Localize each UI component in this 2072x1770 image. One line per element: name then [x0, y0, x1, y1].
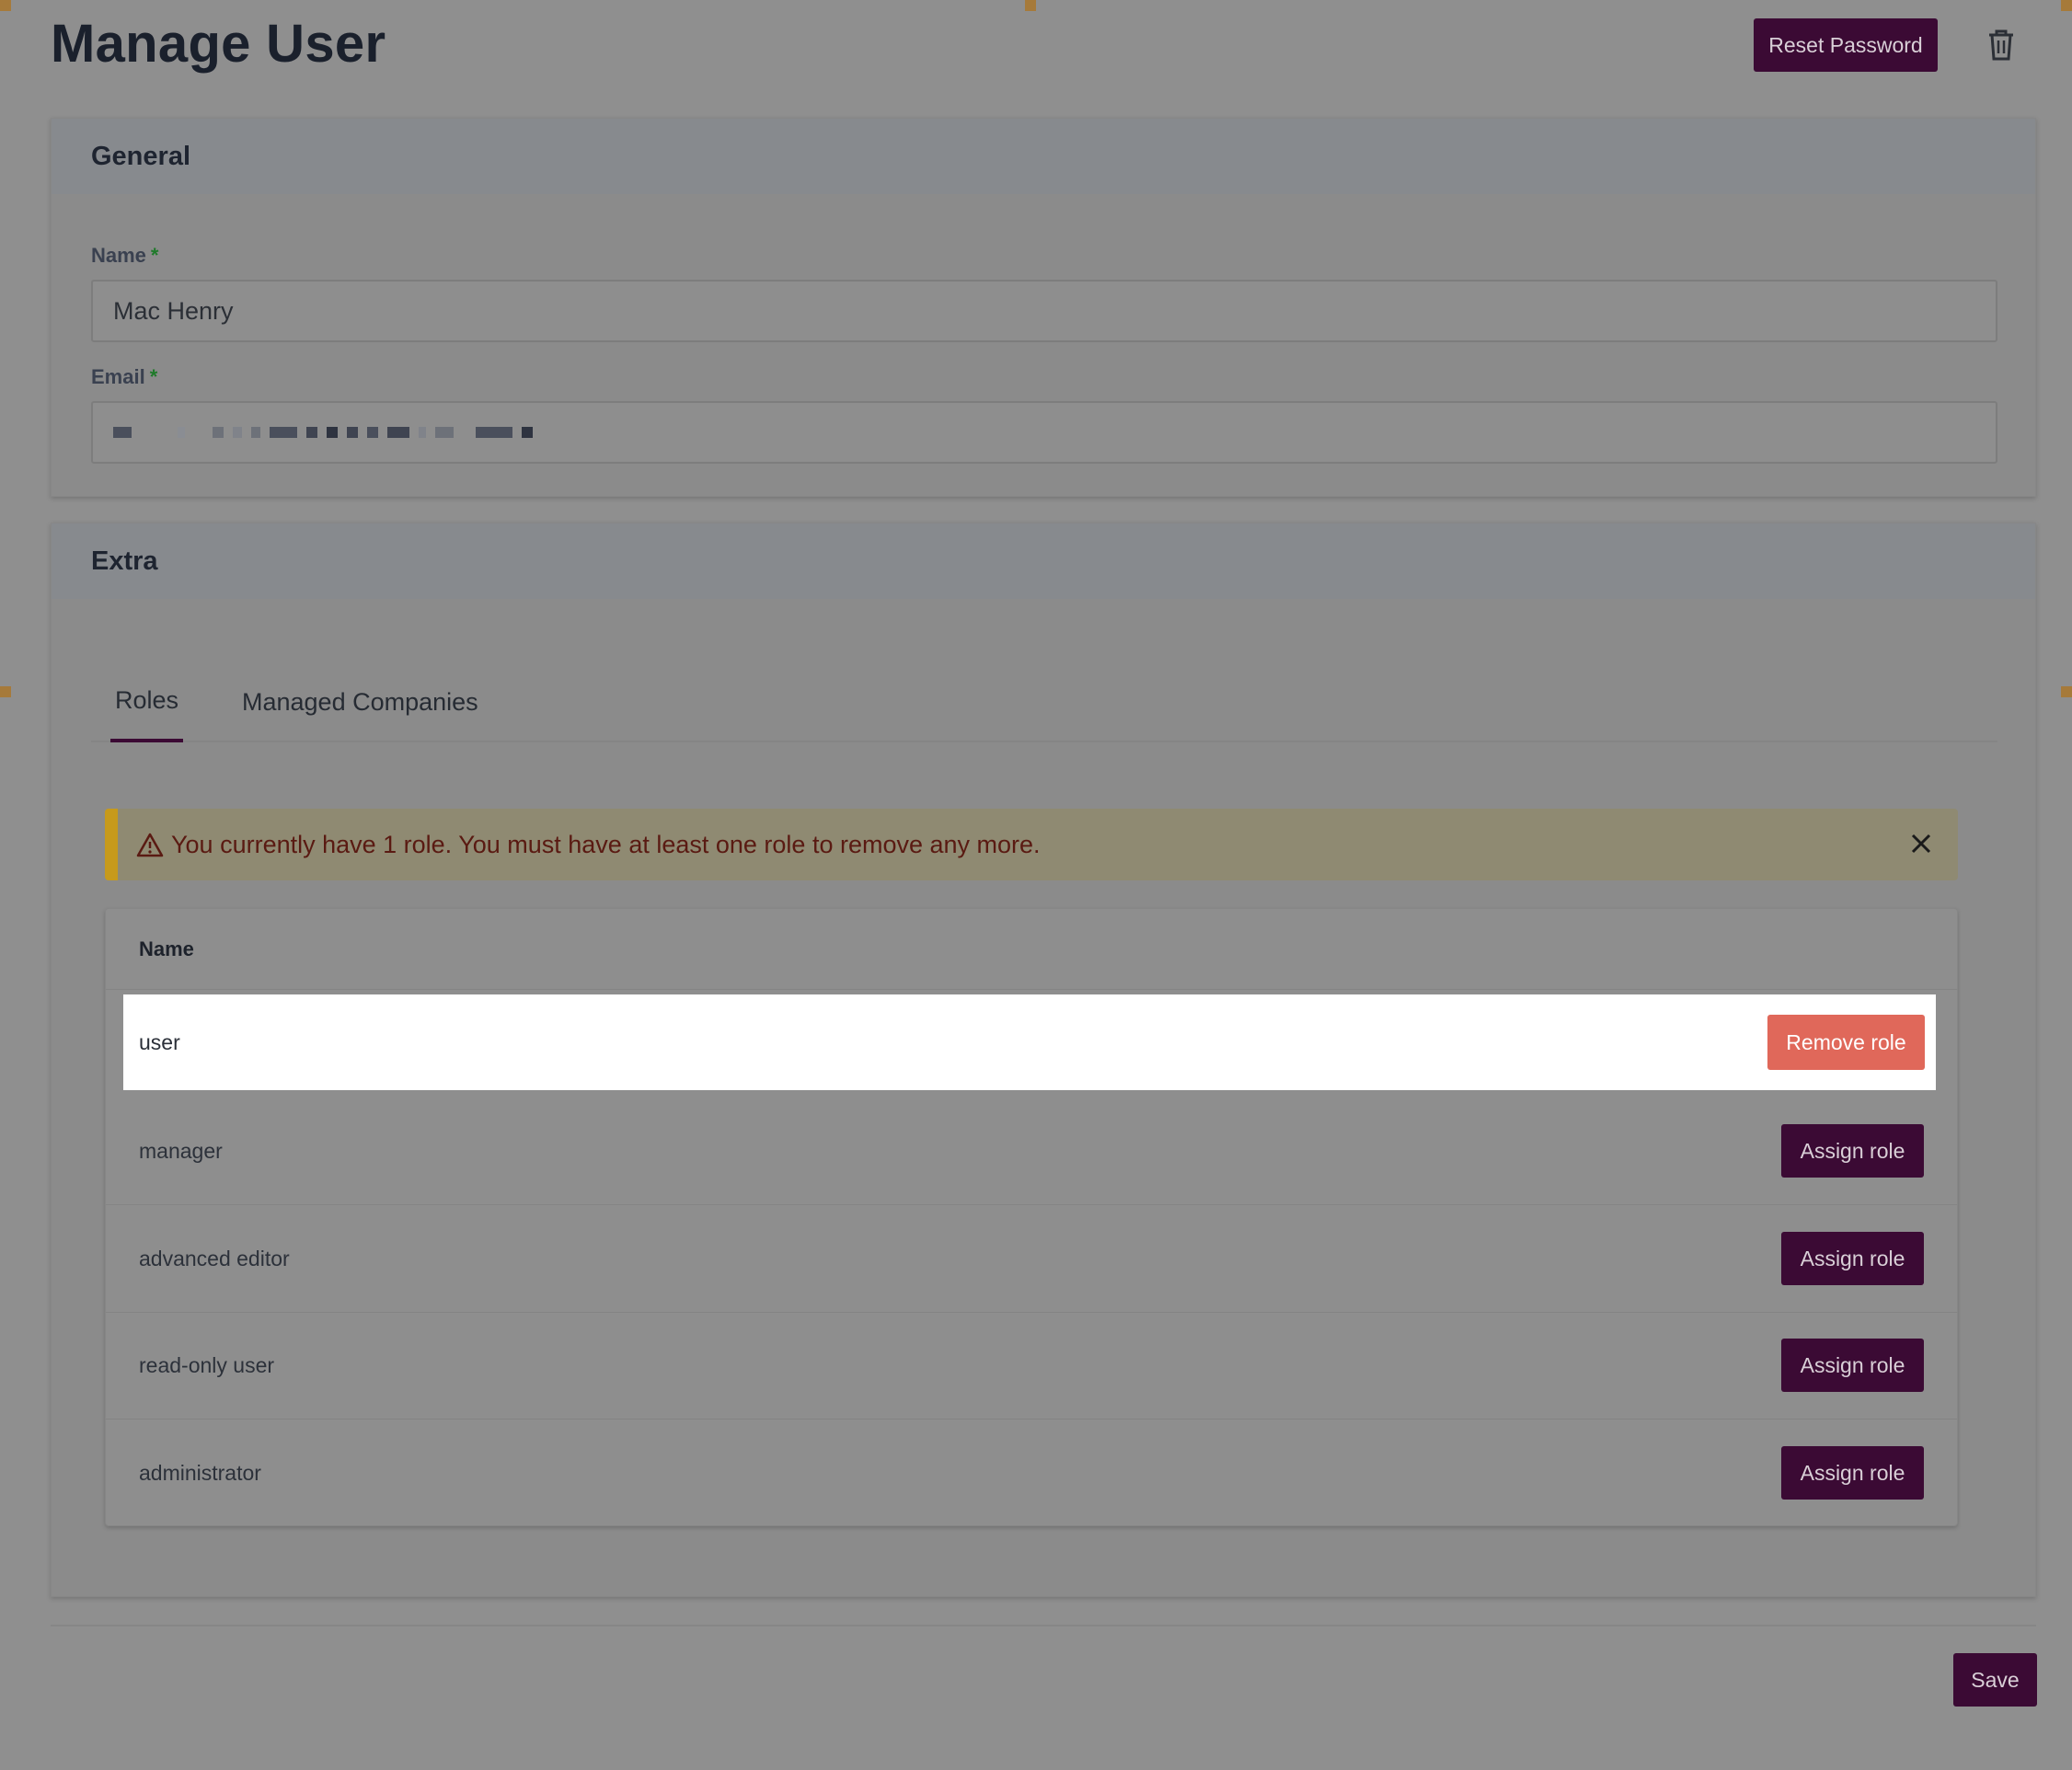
close-icon[interactable] [1908, 831, 1934, 856]
name-label: Name * [91, 244, 158, 268]
role-name: manager [139, 1138, 223, 1163]
tab-managed-companies[interactable]: Managed Companies [242, 661, 478, 742]
general-heading: General [52, 119, 2035, 194]
tab-bar: Roles Managed Companies [91, 661, 1997, 742]
tab-roles[interactable]: Roles [110, 661, 183, 742]
page-title: Manage User [51, 14, 386, 74]
extra-card: Extra Roles Managed Companies You curren… [51, 523, 2036, 1597]
selection-handle [2061, 686, 2072, 697]
email-label: Email * [91, 365, 157, 389]
save-button[interactable]: Save [1953, 1653, 2037, 1707]
assign-role-button[interactable]: Assign role [1781, 1339, 1924, 1392]
reset-password-button[interactable]: Reset Password [1754, 18, 1938, 72]
extra-heading: Extra [52, 523, 2035, 599]
role-name: advanced editor [139, 1246, 290, 1270]
alert-message: You currently have 1 role. You must have… [171, 830, 1041, 858]
required-marker: * [150, 244, 159, 267]
name-input[interactable]: Mac Henry [91, 280, 1997, 342]
roles-table: Name user Remove role manager Assign rol… [105, 908, 1958, 1526]
role-name: administrator [139, 1461, 261, 1485]
name-label-text: Name [91, 244, 146, 267]
selection-handle [0, 686, 11, 697]
table-row: user Remove role [123, 994, 1936, 1090]
table-row: read-only user Assign role [106, 1312, 1957, 1419]
role-alert: You currently have 1 role. You must have… [105, 809, 1958, 880]
role-name: read-only user [139, 1352, 275, 1377]
general-card: General Name * Mac Henry Email * [51, 118, 2036, 497]
role-name: user [139, 1029, 180, 1054]
email-input[interactable] [91, 401, 1997, 464]
table-row: manager Assign role [106, 1098, 1957, 1205]
email-redacted [113, 427, 542, 438]
footer-divider [51, 1625, 2036, 1626]
table-row: administrator Assign role [106, 1419, 1957, 1527]
email-label-text: Email [91, 365, 145, 388]
name-value: Mac Henry [113, 296, 234, 325]
trash-icon[interactable] [1986, 28, 2017, 63]
selection-handle [2061, 0, 2072, 11]
assign-role-button[interactable]: Assign role [1781, 1124, 1924, 1178]
assign-role-button[interactable]: Assign role [1781, 1446, 1924, 1500]
required-marker: * [149, 365, 158, 388]
page: Manage User Reset Password General Name *… [0, 0, 2072, 1770]
assign-role-button[interactable]: Assign role [1781, 1232, 1924, 1285]
selection-handle [0, 0, 11, 11]
table-row: advanced editor Assign role [106, 1205, 1957, 1313]
table-header-name: Name [106, 909, 1957, 990]
remove-role-button[interactable]: Remove role [1767, 1015, 1925, 1070]
selection-handle [1025, 0, 1036, 11]
warning-triangle-icon [136, 832, 164, 857]
